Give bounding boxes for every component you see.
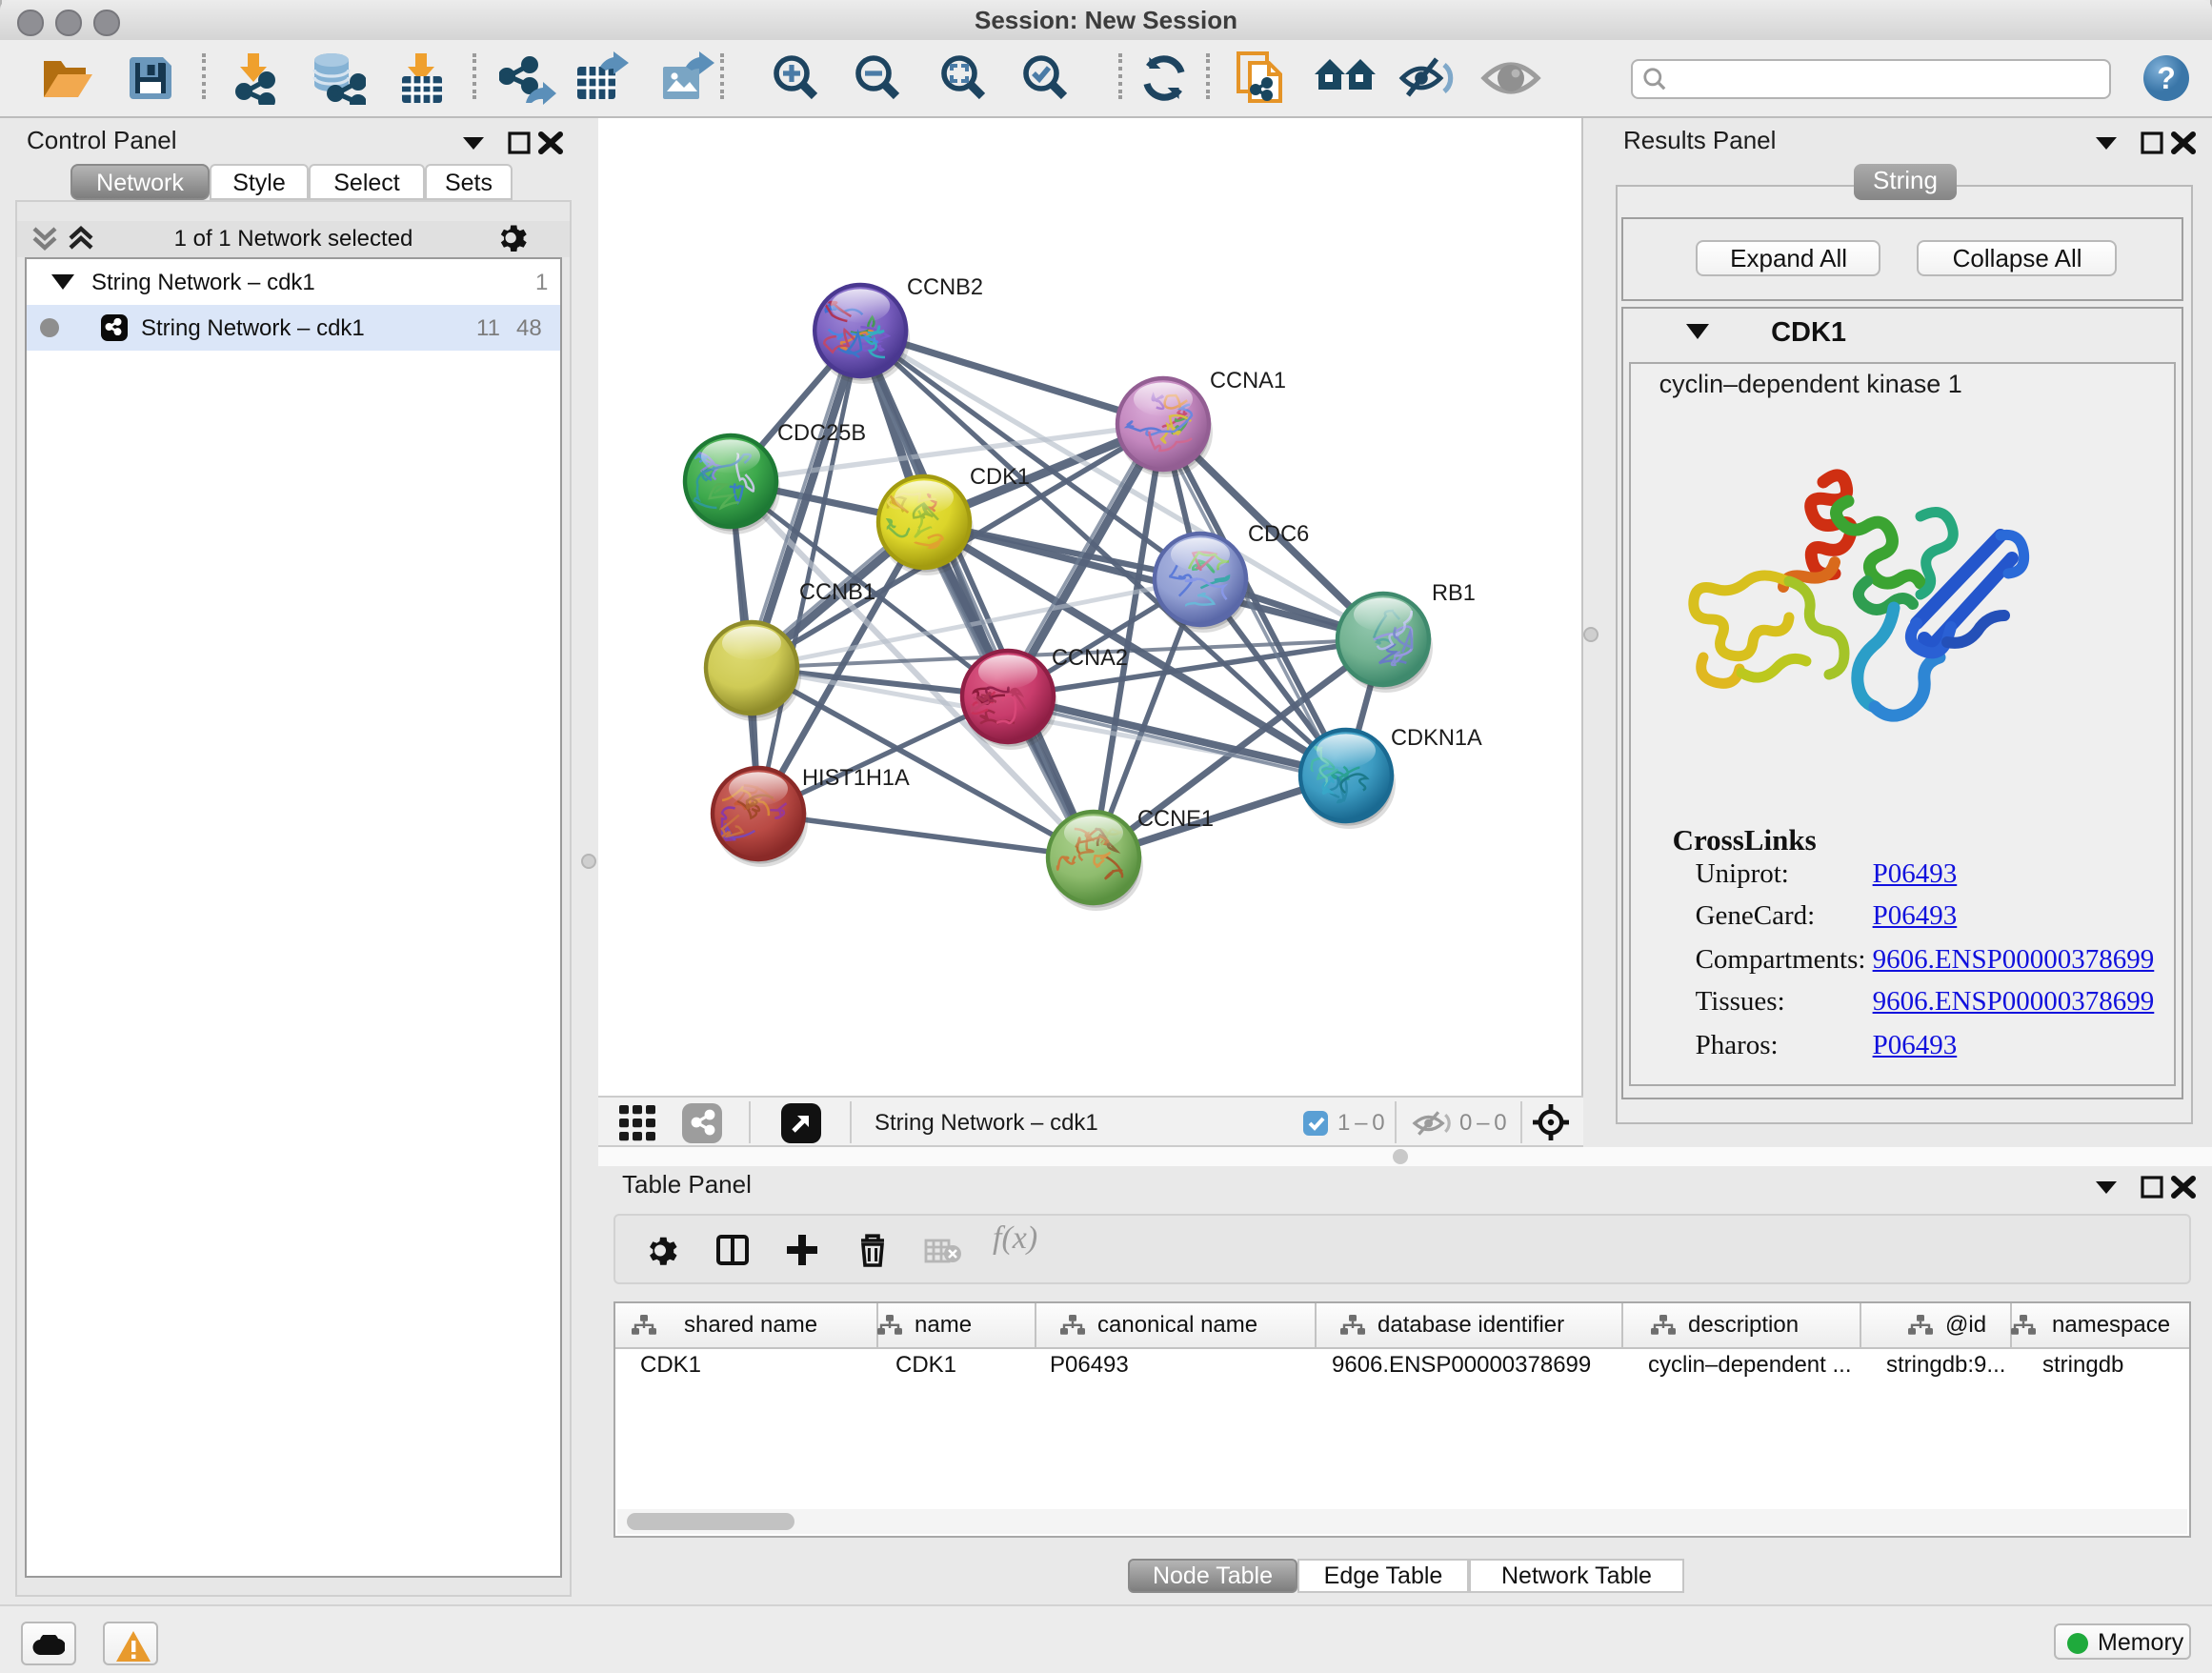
svg-text:RB1: RB1 bbox=[1432, 581, 1476, 606]
svg-text:?: ? bbox=[2157, 61, 2176, 95]
svg-text:CDK1: CDK1 bbox=[970, 465, 1030, 490]
svg-text:CCNB2: CCNB2 bbox=[907, 275, 983, 300]
svg-text:CCNA1: CCNA1 bbox=[1210, 369, 1286, 393]
svg-text:CDC6: CDC6 bbox=[1248, 522, 1309, 547]
svg-text:CDC25B: CDC25B bbox=[777, 421, 866, 446]
svg-text:HIST1H1A: HIST1H1A bbox=[802, 766, 910, 791]
svg-text:CCNE1: CCNE1 bbox=[1137, 807, 1214, 832]
svg-text:CCNA2: CCNA2 bbox=[1052, 646, 1128, 671]
svg-text:CDKN1A: CDKN1A bbox=[1391, 726, 1482, 751]
svg-text:CCNB1: CCNB1 bbox=[799, 580, 875, 605]
